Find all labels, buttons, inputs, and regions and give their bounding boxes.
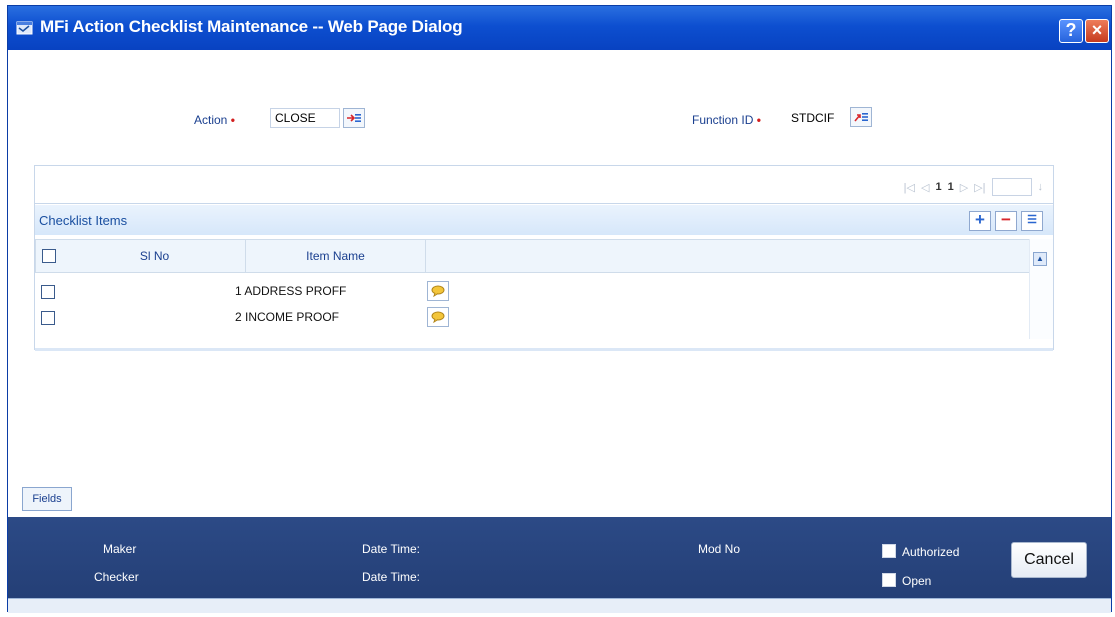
details-button[interactable] (427, 307, 449, 327)
function-id-label: Function ID • (692, 113, 761, 127)
checker-label: Checker (94, 570, 139, 584)
maker-date-time-label: Date Time: (362, 542, 421, 556)
last-page-icon[interactable]: ▷| (974, 181, 985, 194)
table-row: 1 ADDRESS PROFF (35, 280, 1030, 304)
total-pages: 1 (947, 181, 954, 193)
open-label: Open (902, 574, 932, 588)
checker-date-time-label: Date Time: (362, 570, 421, 584)
required-mark: • (756, 113, 761, 127)
audit-footer: Maker Checker Date Time: Date Time: Mod … (8, 517, 1111, 598)
speech-bubble-icon (431, 311, 445, 323)
add-row-button[interactable]: + (969, 211, 991, 231)
action-field[interactable]: CLOSE (270, 108, 340, 128)
panel-divider (35, 348, 1053, 351)
speech-bubble-icon (431, 285, 445, 297)
web-page-icon (16, 21, 33, 35)
item-name-cell: 2 INCOME PROOF (235, 310, 340, 324)
row-checkbox[interactable] (41, 311, 55, 325)
cancel-button[interactable]: Cancel (1011, 542, 1087, 578)
col-sl-no: Sl No (64, 240, 246, 272)
window-title: MFi Action Checklist Maintenance -- Web … (40, 17, 463, 36)
go-page-icon[interactable]: ↓ (1038, 181, 1044, 193)
list-arrow-icon (347, 114, 361, 122)
single-view-button[interactable]: ☰ (1021, 211, 1043, 231)
mod-no-label: Mod No (698, 542, 741, 556)
grid-toolbar: + − ☰ (969, 211, 1043, 231)
close-button[interactable]: × (1085, 19, 1109, 43)
title-bar: MFi Action Checklist Maintenance -- Web … (8, 6, 1111, 50)
go-to-page-input[interactable] (991, 178, 1032, 196)
checklist-panel: |◁ ◁ 1 1 ▷ ▷| ↓ Checklist Items + − ☰ Sl… (34, 165, 1054, 351)
open-checkbox (882, 573, 896, 587)
action-label-text: Action (194, 113, 228, 127)
table-row: 2 INCOME PROOF (35, 306, 1030, 330)
previous-page-icon[interactable]: ◁ (921, 181, 929, 194)
first-page-icon[interactable]: |◁ (904, 181, 915, 194)
action-label: Action • (194, 113, 235, 127)
item-name-cell: 1 ADDRESS PROFF (235, 284, 347, 298)
action-lov-button[interactable] (343, 108, 365, 128)
pager: |◁ ◁ 1 1 ▷ ▷| ↓ (904, 178, 1043, 196)
pager-row: |◁ ◁ 1 1 ▷ ▷| ↓ (35, 166, 1053, 204)
list-arrow-icon (854, 113, 868, 122)
row-checkbox[interactable] (41, 285, 55, 299)
table-header: Sl No Item Name (35, 239, 1030, 273)
help-button[interactable]: ? (1059, 19, 1083, 43)
footer-bottom-strip (8, 598, 1111, 613)
authorized-checkbox (882, 544, 896, 558)
delete-row-button[interactable]: − (995, 211, 1017, 231)
current-page: 1 (935, 181, 942, 193)
details-button[interactable] (427, 281, 449, 301)
scroll-up-icon[interactable]: ▲ (1033, 252, 1047, 266)
next-page-icon[interactable]: ▷ (960, 181, 968, 194)
required-mark: • (230, 113, 235, 127)
maker-label: Maker (103, 542, 137, 556)
dialog-window: MFi Action Checklist Maintenance -- Web … (7, 5, 1112, 613)
section-title: Checklist Items (39, 213, 128, 228)
col-item-name: Item Name (246, 240, 426, 272)
function-id-lov-button[interactable] (850, 107, 872, 127)
section-bar: Checklist Items + − ☰ (35, 205, 1053, 235)
function-id-field[interactable]: STDCIF (786, 108, 848, 128)
authorized-label: Authorized (902, 545, 960, 559)
fields-tab[interactable]: Fields (22, 487, 72, 511)
function-id-label-text: Function ID (692, 113, 754, 127)
select-all-checkbox[interactable] (42, 249, 56, 263)
